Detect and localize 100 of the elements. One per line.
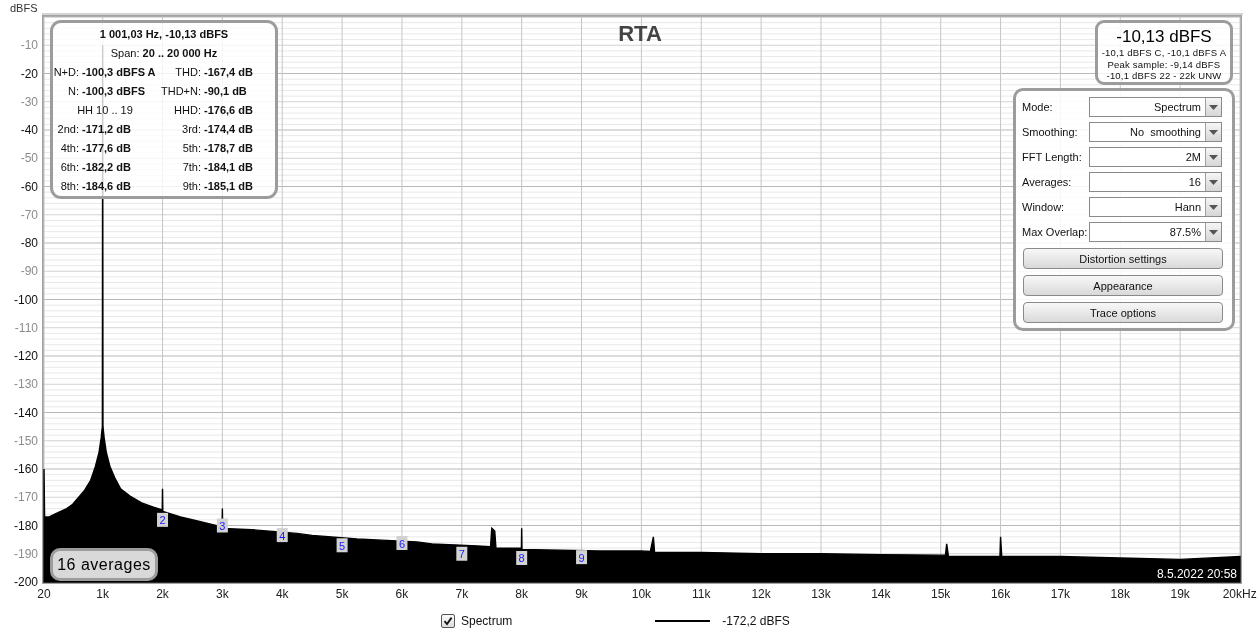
field-label: Smoothing: <box>1022 126 1079 138</box>
dropdown-field[interactable]: 2M <box>1089 147 1222 167</box>
caret-icon <box>1205 223 1221 241</box>
axis-tick-label: -10 <box>20 38 38 53</box>
axis-tick-label: -130 <box>13 377 38 392</box>
axis-tick-label: 20k <box>1222 587 1242 601</box>
metric-value: -178,7 dB <box>204 141 254 156</box>
metric-value: -100,3 dBFS A <box>82 65 157 80</box>
axis-tick-label: -30 <box>20 94 38 109</box>
axis-title: dBFS <box>10 2 38 14</box>
metric-value: -100,3 dBFS <box>82 84 146 99</box>
axis-tick-label: -50 <box>20 151 38 166</box>
metric-value: -176,6 dB <box>204 103 254 118</box>
axis-tick-label: 16k <box>990 587 1011 601</box>
metric-label: 8th: <box>59 179 79 194</box>
panel-button[interactable]: Trace options <box>1023 302 1223 323</box>
caret-icon <box>1205 98 1221 116</box>
axis-tick-label: 7k <box>455 587 469 601</box>
metric-label: THD: <box>174 65 201 80</box>
metric-value: -174,4 dB <box>204 122 254 137</box>
dropdown-field[interactable]: No smoothing <box>1089 122 1222 142</box>
caret-icon <box>1205 148 1221 166</box>
axis-tick-label: 2k <box>156 587 169 601</box>
axis-tick-label: 14k <box>871 587 891 601</box>
metric-label: N+D: <box>53 65 79 80</box>
axis-tick-label: -60 <box>20 179 38 194</box>
dropdown-field[interactable]: Spectrum <box>1089 97 1222 117</box>
dropdown-field[interactable]: Hann <box>1089 197 1222 217</box>
harmonic-range-text: HH 10 .. 19 <box>76 103 134 118</box>
axis-tick-label: 3k <box>216 587 229 601</box>
field-label: Max Overlap: <box>1022 226 1089 238</box>
axis-tick-label: -90 <box>20 264 38 279</box>
harmonic-label: 6 <box>396 536 408 550</box>
axis-tick-label: 1k <box>96 587 109 601</box>
harmonic-label: 5 <box>336 538 348 553</box>
caret-icon <box>1205 198 1221 216</box>
axis-tick-label: -40 <box>20 123 38 137</box>
panel-button[interactable]: Distortion settings <box>1023 248 1223 269</box>
readout-heading: 1 001,03 Hz, -10,13 dBFS <box>98 27 230 42</box>
legend-label: Spectrum <box>461 613 513 628</box>
axis-tick-label: 4k <box>275 587 289 601</box>
harmonic-label: 7 <box>456 546 468 561</box>
axis-tick-label: 12k <box>751 587 771 601</box>
panel-button[interactable]: Appearance <box>1023 275 1223 296</box>
level-detail: -10,1 dBFS 22 - 22k UNW <box>1106 70 1222 82</box>
axis-tick-label: 19k <box>1170 587 1190 601</box>
harmonic-label: 3 <box>216 518 228 533</box>
axis-tick-label: 9k <box>575 587 588 601</box>
metric-value: -185,1 dB <box>204 179 254 194</box>
axis-tick-label: -100 <box>13 292 38 307</box>
axis-tick-label: 8k <box>515 587 529 601</box>
axis-tick-label: 11k <box>692 587 711 601</box>
metric-value: -171,2 dB <box>82 122 132 137</box>
metric-label: HHD: <box>173 103 201 118</box>
metric-value: -182,2 dB <box>82 160 132 175</box>
axis-tick-label: -70 <box>20 207 38 222</box>
axis-tick-label: -20 <box>20 66 38 81</box>
metric-label: 3rd: <box>181 122 201 137</box>
metric-value: -90,1 dB <box>204 84 248 99</box>
axis-tick-label: -110 <box>14 320 38 335</box>
metric-label: 6th: <box>59 160 79 175</box>
field-label: Window: <box>1022 201 1066 213</box>
harmonic-label: 9 <box>576 550 588 565</box>
level-detail: -10,1 dBFS C, -10,1 dBFS A <box>1101 47 1227 59</box>
axis-tick-label: -80 <box>20 236 38 250</box>
metric-label: 9th: <box>181 179 201 194</box>
harmonic-label: 2 <box>157 512 168 527</box>
timestamp-text: 8.5.2022 20:58 <box>1156 567 1237 581</box>
harmonic-label: 4 <box>276 528 288 543</box>
field-label: Mode: <box>1022 101 1054 113</box>
metric-value: -177,6 dB <box>82 141 132 156</box>
trace-reading: -172,2 dBFS <box>722 613 790 628</box>
metric-label: 4th: <box>59 141 79 156</box>
legend-line-icon <box>655 619 711 622</box>
dropdown-field[interactable]: 16 <box>1089 172 1222 192</box>
caret-icon <box>1205 123 1221 141</box>
axis-tick-label: 18k <box>1110 587 1130 601</box>
axis-tick-label: -150 <box>13 433 38 448</box>
axis-tick-label: -200 <box>13 575 38 589</box>
harmonic-label: 8 <box>516 551 528 565</box>
axis-tick-label: -180 <box>13 518 38 533</box>
checkbox[interactable] <box>441 613 455 628</box>
level-detail: Peak sample: -9,14 dBFS <box>1107 58 1221 70</box>
metric-label: THD+N: <box>160 84 201 99</box>
metric-value: -184,1 dB <box>204 160 254 175</box>
dropdown-field[interactable]: 87.5% <box>1089 222 1222 242</box>
metric-value: -167,4 dB <box>204 65 254 80</box>
axis-tick-label: -190 <box>13 546 38 561</box>
metric-label: 5th: <box>181 141 201 156</box>
chart-title: RTA <box>618 21 662 46</box>
axis-unit-label: Hz <box>1242 587 1257 601</box>
axis-tick-label: 10k <box>631 587 652 601</box>
metric-label: N: <box>67 84 79 99</box>
axis-tick-label: -170 <box>13 490 38 505</box>
axis-tick-label: -120 <box>13 349 38 363</box>
axis-tick-label: 6k <box>395 587 409 601</box>
field-label: FFT Length: <box>1022 151 1083 163</box>
axis-tick-label: -140 <box>13 405 38 420</box>
axis-tick-label: 13k <box>811 587 831 601</box>
axis-tick-label: -160 <box>13 462 38 476</box>
